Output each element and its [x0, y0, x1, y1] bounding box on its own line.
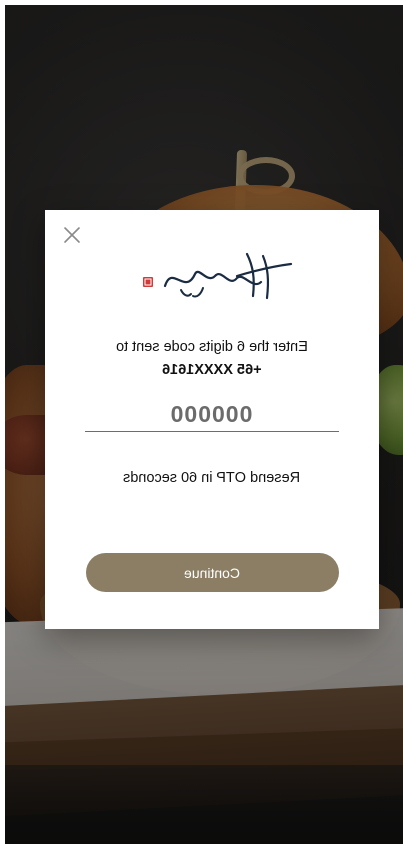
continue-button-label: Continue [184, 564, 241, 581]
otp-code-input[interactable] [85, 398, 339, 432]
otp-phone-text: +65 XXXX1616 [162, 362, 262, 378]
app-screen: Enter the 6 digits code sent to +65 XXXX… [5, 5, 403, 844]
close-button[interactable] [62, 225, 82, 245]
otp-instruction: Enter the 6 digits code sent to [45, 338, 379, 356]
red-seal-icon [143, 277, 153, 287]
continue-button[interactable]: Continue [86, 553, 339, 592]
otp-modal: Enter the 6 digits code sent to +65 XXXX… [45, 210, 379, 629]
resend-otp-label: Resend OTP in 60 seconds [123, 470, 301, 486]
close-icon [62, 225, 82, 245]
resend-otp-text: Resend OTP in 60 seconds [45, 469, 379, 487]
otp-phone-number: +65 XXXX1616 [45, 361, 379, 379]
otp-instruction-text: Enter the 6 digits code sent to [116, 339, 308, 355]
brand-logo [137, 246, 297, 300]
